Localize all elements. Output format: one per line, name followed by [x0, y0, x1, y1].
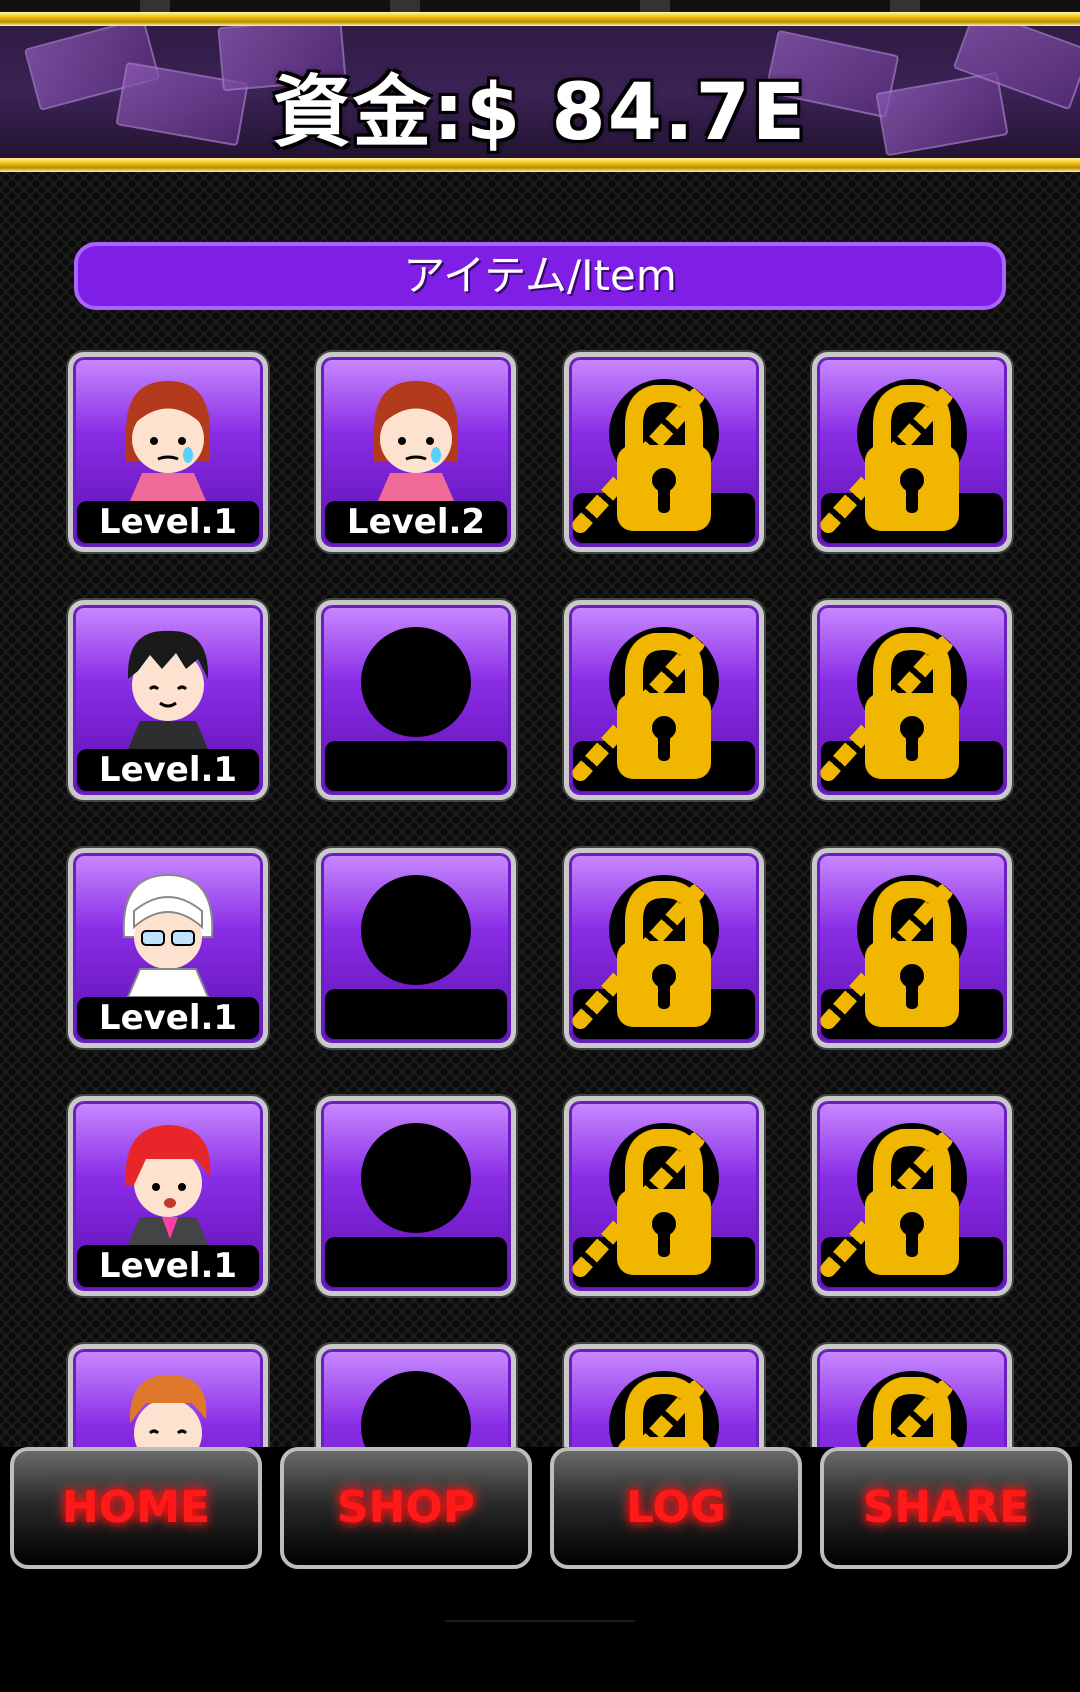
orange-hair-icon	[129, 1374, 207, 1447]
locked-item-tile[interactable]	[564, 352, 764, 552]
item-tile[interactable]: Level.1	[68, 352, 268, 552]
money-display: 資金:$ 84.7E	[272, 68, 808, 158]
item-tile[interactable]: Level.1	[68, 600, 268, 800]
lock-icon	[865, 633, 959, 779]
boy-smiling-icon	[127, 630, 209, 749]
white-hair-glasses-icon	[122, 873, 214, 997]
gold-divider-bottom	[0, 158, 1080, 172]
lock-icon	[618, 1377, 710, 1447]
silhouette-icon	[361, 627, 471, 737]
unknown-item-tile[interactable]	[316, 600, 516, 800]
level-label: Level.2	[325, 501, 507, 543]
money-header: 資金:$ 84.7E	[0, 12, 1080, 174]
unknown-item-tile[interactable]	[316, 1344, 516, 1447]
locked-item-tile[interactable]	[564, 600, 764, 800]
locked-item-tile[interactable]	[812, 352, 1012, 552]
item-tile[interactable]: Level.1	[68, 848, 268, 1048]
lock-icon	[865, 385, 959, 531]
lock-icon	[617, 633, 711, 779]
unknown-item-tile[interactable]	[316, 1096, 516, 1296]
item-panel: アイテム/Item Level.1 Level.2 Level.1 Level.…	[0, 172, 1080, 1447]
level-label: Level.1	[77, 749, 259, 791]
locked-item-tile[interactable]	[812, 1344, 1012, 1447]
silhouette-icon	[361, 875, 471, 985]
locked-item-tile[interactable]	[564, 1096, 764, 1296]
home-button[interactable]: HOME	[10, 1447, 262, 1569]
silhouette-icon	[361, 1123, 471, 1233]
gold-divider-top	[0, 12, 1080, 26]
locked-item-tile[interactable]	[564, 1344, 764, 1447]
silhouette-icon	[361, 1371, 471, 1447]
locked-item-tile[interactable]	[812, 848, 1012, 1048]
bottom-bar	[0, 1569, 1080, 1692]
level-label: Level.1	[77, 1245, 259, 1287]
locked-item-tile[interactable]	[812, 1096, 1012, 1296]
lock-icon	[617, 1129, 711, 1275]
shop-button[interactable]: SHOP	[280, 1447, 532, 1569]
locked-item-tile[interactable]	[564, 848, 764, 1048]
lock-icon	[617, 881, 711, 1027]
item-tile[interactable]	[68, 1344, 268, 1447]
girl-crying-icon	[374, 381, 458, 501]
unknown-item-tile[interactable]	[316, 848, 516, 1048]
lock-icon	[865, 1129, 959, 1275]
level-label: Level.1	[77, 501, 259, 543]
lock-icon	[617, 385, 711, 531]
home-indicator	[445, 1620, 635, 1622]
red-hair-icon	[125, 1125, 211, 1245]
bottom-nav: HOME SHOP LOG SHARE	[0, 1447, 1080, 1569]
girl-crying-icon	[126, 381, 210, 501]
locked-item-tile[interactable]	[812, 600, 1012, 800]
item-tile[interactable]: Level.1	[68, 1096, 268, 1296]
level-label: Level.1	[77, 997, 259, 1039]
lock-icon	[865, 881, 959, 1027]
log-button[interactable]: LOG	[550, 1447, 802, 1569]
lock-icon	[866, 1377, 958, 1447]
item-tile[interactable]: Level.2	[316, 352, 516, 552]
share-button[interactable]: SHARE	[820, 1447, 1072, 1569]
section-title: アイテム/Item	[74, 242, 1006, 310]
